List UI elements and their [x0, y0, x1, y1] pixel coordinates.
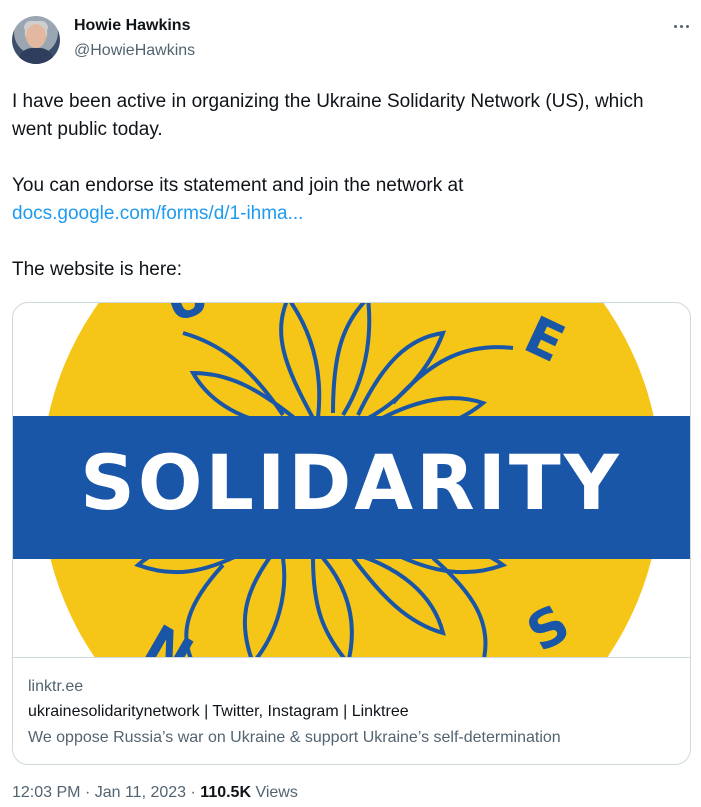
views-count: 110.5K	[200, 784, 252, 801]
avatar-face	[26, 24, 46, 48]
tweet-paragraph-2: You can endorse its statement and join t…	[12, 175, 464, 196]
card-description: We oppose Russia’s war on Ukraine & supp…	[28, 729, 561, 746]
avatar-suit	[18, 48, 54, 64]
tweet-date[interactable]: Jan 11, 2023	[95, 784, 186, 801]
tweet-paragraph-3: The website is here:	[12, 259, 183, 280]
tweet-link[interactable]: docs.google.com/forms/d/1-ihma...	[12, 203, 303, 224]
card-title: ukrainesolidaritynetwork | Twitter, Inst…	[28, 703, 409, 720]
author-display-name[interactable]: Howie Hawkins	[74, 17, 190, 35]
logo-banner-text: SOLIDARITY	[80, 438, 622, 527]
tweet-time[interactable]: 12:03 PM	[12, 784, 80, 801]
separator: ·	[84, 784, 91, 801]
author-handle[interactable]: @HowieHawkins	[74, 42, 195, 60]
card-meta[interactable]: linktr.ee ukrainesolidaritynetwork | Twi…	[13, 657, 690, 764]
tweet-paragraph-1: I have been active in organizing the Ukr…	[12, 91, 644, 140]
card-domain: linktr.ee	[28, 678, 84, 695]
tweet-text: I have been active in organizing the Ukr…	[12, 88, 682, 284]
avatar[interactable]	[12, 16, 60, 64]
tweet-footer: 12:03 PM · Jan 11, 2023 · 110.5K Views	[12, 784, 298, 802]
separator: ·	[190, 784, 196, 801]
card-image[interactable]: U E N S SOLIDARITY	[13, 303, 690, 657]
link-preview-card[interactable]: U E N S SOLIDARITY linktr.ee ukrainesoli…	[12, 302, 691, 765]
ukraine-solidarity-logo: U E N S SOLIDARITY	[13, 303, 690, 657]
views-label: Views	[255, 784, 298, 801]
more-horizontal-icon[interactable]	[668, 16, 694, 36]
